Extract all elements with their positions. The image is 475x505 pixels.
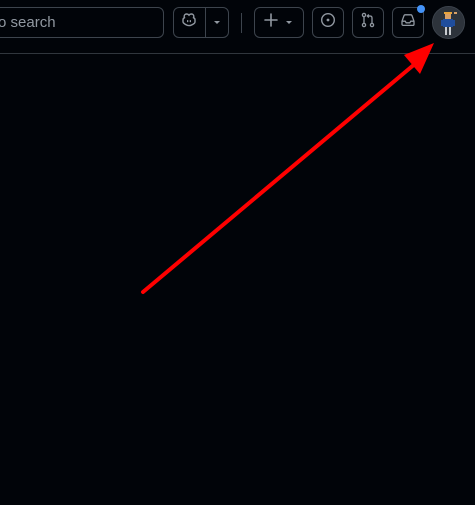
notification-indicator [417, 5, 425, 13]
copilot-icon [181, 12, 197, 33]
git-pull-request-icon [360, 12, 376, 33]
search-input[interactable]: o search [0, 7, 164, 38]
copilot-button-group [173, 7, 229, 38]
copilot-button[interactable] [174, 8, 205, 37]
app-window: o search [0, 0, 475, 505]
issue-opened-icon [320, 12, 336, 33]
inbox-icon [400, 12, 416, 33]
header-divider [241, 13, 242, 33]
plus-icon [264, 13, 278, 32]
create-new-button[interactable] [254, 7, 304, 38]
top-header-bar: o search [0, 0, 475, 54]
pull-requests-button[interactable] [352, 7, 384, 38]
copilot-menu-button[interactable] [204, 8, 228, 37]
avatar-image [433, 7, 464, 38]
issues-button[interactable] [312, 7, 344, 38]
triangle-down-icon [212, 14, 222, 32]
annotation-arrow [141, 43, 434, 294]
triangle-down-icon [284, 14, 294, 32]
search-placeholder: o search [0, 14, 56, 31]
user-avatar-button[interactable] [432, 6, 465, 39]
